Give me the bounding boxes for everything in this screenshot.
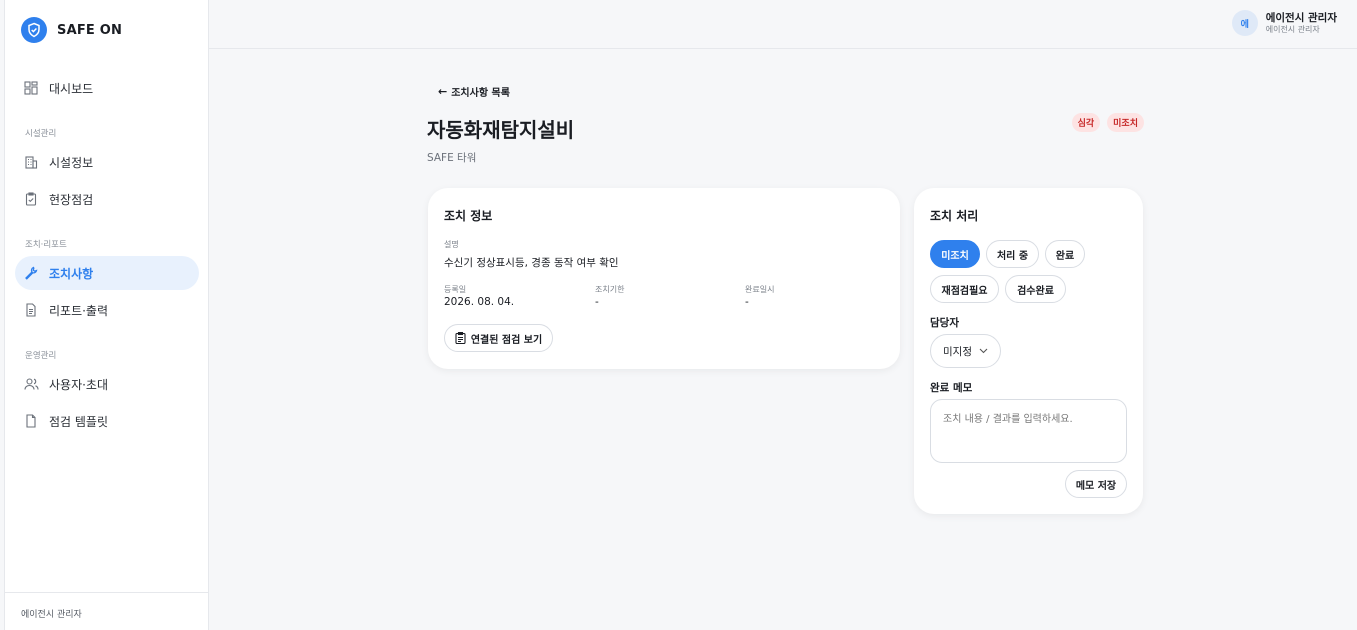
sidebar-item-templates[interactable]: 점검 템플릿 — [15, 404, 199, 438]
registered-value: 2026. 08. 04. — [444, 296, 515, 308]
sidebar-item-label: 리포트·출력 — [49, 303, 109, 318]
assignee-label: 담당자 — [930, 317, 959, 329]
sidebar-item-label: 시설정보 — [49, 155, 94, 170]
chevron-down-icon — [979, 348, 988, 354]
nav-section-operations: 운영관리 — [25, 351, 57, 361]
save-memo-button[interactable]: 메모 저장 — [1065, 470, 1127, 498]
shield-check-icon — [21, 17, 47, 43]
grid-icon — [23, 80, 39, 96]
sidebar: SAFE ON 대시보드 시설관리 시설정보 현장점검 조치·리포트 조치사항 … — [4, 0, 209, 630]
registered-label: 등록일 — [444, 285, 467, 294]
assignee-select[interactable]: 미지정 — [930, 334, 1001, 368]
back-link[interactable]: ← 조치사항 목록 — [438, 84, 510, 99]
sidebar-footer: 에이전시 관리자 — [5, 592, 208, 630]
sidebar-item-inspection[interactable]: 현장점검 — [15, 182, 199, 216]
clipboard-icon — [455, 332, 466, 344]
deadline-label: 조치기한 — [595, 285, 625, 294]
sidebar-item-dashboard[interactable]: 대시보드 — [15, 71, 199, 105]
deadline-value: - — [595, 296, 599, 308]
action-info-card: 조치 정보 설명 수신기 정상표시등, 경종 동작 여부 확인 등록일 2026… — [428, 188, 900, 369]
sidebar-item-actions[interactable]: 조치사항 — [15, 256, 199, 290]
building-icon — [23, 154, 39, 170]
status-button-unresolved[interactable]: 미조치 — [930, 240, 980, 268]
arrow-left-icon: ← — [438, 85, 448, 98]
sidebar-item-label: 점검 템플릿 — [49, 414, 109, 429]
page-subtitle: SAFE 타워 — [427, 152, 477, 164]
severity-badge: 심각 — [1071, 113, 1101, 132]
sidebar-item-label: 사용자·초대 — [49, 377, 109, 392]
back-link-label: 조치사항 목록 — [451, 88, 510, 99]
completed-value: - — [745, 296, 749, 308]
sidebar-item-reports[interactable]: 리포트·출력 — [15, 293, 199, 327]
wrench-icon — [23, 265, 39, 281]
status-button-verified[interactable]: 검수완료 — [1005, 275, 1066, 303]
avatar: 에 — [1231, 10, 1258, 36]
sidebar-item-users[interactable]: 사용자·초대 — [15, 367, 199, 401]
memo-textarea[interactable] — [930, 399, 1127, 463]
card-title: 조치 처리 — [930, 209, 979, 223]
status-badge: 미조치 — [1107, 113, 1144, 132]
description-label: 설명 — [444, 240, 459, 249]
assignee-value: 미지정 — [943, 345, 972, 358]
memo-label: 완료 메모 — [930, 382, 973, 394]
status-button-reinspect[interactable]: 재점검필요 — [930, 275, 999, 303]
card-title: 조치 정보 — [444, 209, 493, 223]
user-role: 에이전시 관리자 — [1265, 24, 1320, 34]
topbar: 에 에이전시 관리자 에이전시 관리자 — [209, 0, 1357, 49]
sidebar-item-label: 현장점검 — [49, 192, 94, 207]
nav-section-action-report: 조치·리포트 — [25, 240, 67, 250]
sidebar-item-label: 조치사항 — [49, 266, 94, 281]
sidebar-item-label: 대시보드 — [49, 81, 94, 96]
status-button-in-progress[interactable]: 처리 중 — [986, 240, 1039, 268]
linked-inspection-label: 연결된 점검 보기 — [470, 334, 543, 346]
brand[interactable]: SAFE ON — [21, 17, 122, 43]
page-title: 자동화재탐지설비 — [427, 118, 575, 142]
description-value: 수신기 정상표시등, 경종 동작 여부 확인 — [444, 257, 619, 269]
linked-inspection-button[interactable]: 연결된 점검 보기 — [444, 324, 553, 352]
clipboard-check-icon — [23, 191, 39, 207]
users-icon — [23, 376, 39, 392]
document-icon — [23, 302, 39, 318]
badge-group: 심각 미조치 — [1071, 113, 1144, 132]
completed-label: 완료일시 — [745, 285, 775, 294]
brand-name: SAFE ON — [57, 22, 123, 38]
user-name: 에이전시 관리자 — [1265, 11, 1337, 24]
sidebar-item-facility-info[interactable]: 시설정보 — [15, 145, 199, 179]
nav-section-facility: 시설관리 — [25, 129, 57, 139]
user-menu[interactable]: 에 에이전시 관리자 에이전시 관리자 — [1231, 10, 1337, 36]
file-template-icon — [23, 413, 39, 429]
action-process-card: 조치 처리 미조치 처리 중 완료 재점검필요 검수완료 담당자 미지정 완료 … — [914, 188, 1143, 514]
status-button-done[interactable]: 완료 — [1045, 240, 1085, 268]
